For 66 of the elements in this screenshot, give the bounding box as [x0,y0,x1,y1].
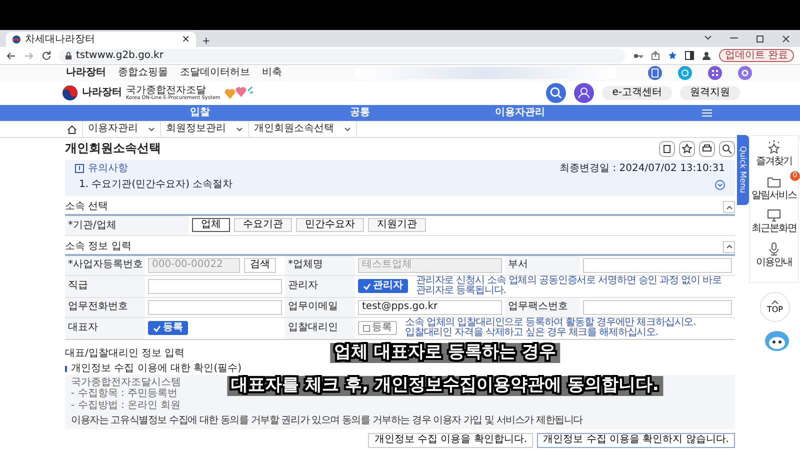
help-text: 관리자로 신청시 소속 업체의 공동인증서로 서명하면 승인 과정 없이 바로 관리자로 등록됩니다. [416,276,722,296]
subtitle-caption: 대표자를 체크 후, 개인정보수집이용약관에 동의합니다. [227,376,663,396]
new-tab-button[interactable]: + [202,36,210,47]
consent-button[interactable]: 개인정보 수집 이용을 확인하지 않습니다. [537,432,735,448]
browser-tab[interactable]: 차세대나라장터 × [6,32,196,47]
section-title: 소속 선택 [65,201,108,213]
quick-menu-tab[interactable]: Quick Menu [737,135,749,205]
input-field[interactable]: test@pps.go.kr [358,300,502,314]
header-button[interactable]: 원격지원 [680,86,740,100]
logo-subtitle: 국가종합전자조달 [126,86,206,96]
consent-text-line: - 수집항목 : 주민등록번 [71,388,178,400]
option-button[interactable]: 수요기관 [234,218,292,232]
nav-item[interactable]: 공통 [280,107,440,119]
notice-item: 1. 수요기관(민간수요자) 소속절차 [79,178,233,190]
input-field: 테스트업체 [358,258,502,272]
breadcrumb-dropdown[interactable]: 개인회원소속선택 [249,121,357,137]
update-button[interactable]: 업데이트 완료 [718,48,794,62]
field-label: 부서 [508,259,528,271]
field-label: 대표자 [68,322,98,334]
option-button[interactable]: 업체 [192,218,230,232]
nav-item[interactable]: 이용자관리 [440,107,600,119]
quick-menu-item[interactable]: 최근본화면 [752,207,796,234]
section-title: 대표/입찰대리인 정보 입력 [65,348,185,358]
subsection-title: 개인정보 수집 이용에 대한 확인(필수) [71,363,242,374]
checkbox[interactable]: 등록 [148,321,188,335]
top-link[interactable]: 나라장터 [66,67,106,79]
top-link[interactable]: 종합쇼핑몰 [118,67,168,79]
consent-warning-text: 이용자는 고유식별정보 수집에 대한 동의를 거부할 권리가 있으며 동의를 거부하는 경우 이용자 가입 및 서비스가 제한됩니다 [71,415,584,426]
field-label: *기관/업체 [65,215,189,235]
field-label: *사업자등록번호 [68,259,143,271]
field-label: *업체명 [288,259,323,271]
consent-text-line: - 수집방법 : 온라인 회원 [71,400,181,411]
tab-close-button[interactable]: × [182,34,190,46]
help-text: 소속 업체의 입찰대리인으로 등록하여 활동할 경우에만 체크하십시오. [405,318,696,328]
tab-title: 차세대나라장터 [25,34,95,46]
section-title: 소속 정보 입력 [65,240,132,252]
checkbox[interactable]: 등록 [358,321,397,335]
consent-button[interactable]: 개인정보 수집 이용을 확인합니다. [368,432,534,448]
option-button[interactable]: 지원기관 [368,218,426,232]
top-link[interactable]: 비축 [262,67,282,79]
field-label: 업무이메일 [288,301,338,313]
input-field: 000-00-00022 [148,258,240,272]
subtitle-caption: 업체 대표자로 등록하는 경우 [330,343,560,363]
address-field[interactable]: tstwww.g2b.go.kr [59,48,625,62]
notice-title: 유의사항 [88,163,128,174]
field-label: 관리자 [288,280,318,292]
checkbox[interactable]: 관리자 [358,279,408,293]
field-label: 업무팩스번호 [508,301,568,313]
quick-menu-item[interactable]: 즐겨찾기 [756,140,792,168]
field-label: 직급 [68,280,88,292]
url-text: tstwww.g2b.go.kr [76,50,164,62]
quick-menu-item[interactable]: 이용안내 [756,240,792,268]
help-text: 입찰대리인 자격을 삭제하고 싶은 경우 체크를 해제하십시오. [405,328,660,338]
logo-title: 나라장터 [82,87,122,99]
scroll-top-button[interactable]: TOP [760,292,790,322]
breadcrumb-dropdown[interactable]: 이용자관리 [83,121,161,137]
header-button[interactable]: e-고객센터 [602,86,672,100]
consent-text-line: 국가종합전자조달시스템 [71,376,181,388]
breadcrumb-dropdown[interactable]: 회원정보관리 [161,121,249,137]
option-button[interactable]: 민간수요자 [296,218,364,232]
nav-item[interactable]: 입찰 [120,107,280,119]
field-label: 입찰대리인 [288,322,338,334]
page-title: 개인회원소속선택 [65,142,161,156]
field-label: 업무전화번호 [68,301,128,313]
last-modified-text: 최종변경일 : 2024/07/02 13:10:31 [560,163,725,174]
top-link[interactable]: 조달데이터허브 [180,67,250,79]
